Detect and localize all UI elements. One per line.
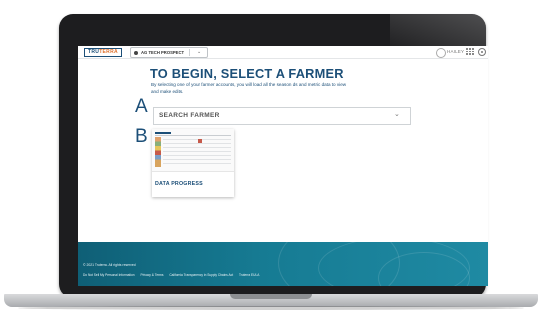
- thumbnail-row: [163, 155, 231, 156]
- footer-link-privacy[interactable]: Privacy & Terms: [140, 273, 163, 277]
- site-footer: © 2021 Truterra. All rights reserved Do …: [78, 242, 488, 286]
- thumbnail-row: [163, 143, 231, 144]
- copyright-text: © 2021 Truterra. All rights reserved: [83, 263, 136, 267]
- user-avatar-icon[interactable]: [436, 47, 446, 58]
- chevron-down-icon: ⌄: [197, 49, 202, 55]
- laptop-shadow: [18, 306, 524, 310]
- search-farmer-label: SEARCH FARMER: [159, 112, 220, 119]
- data-progress-card[interactable]: DATA PROGRESS: [152, 129, 234, 197]
- app-header: TRUTERRA AG TECH PROSPECT ⌄ HAILEY: [78, 46, 488, 59]
- apps-grid-icon[interactable]: [466, 48, 475, 56]
- laptop-notch: [230, 294, 312, 299]
- callout-a: A: [135, 96, 148, 117]
- footer-links: Do Not Sell My Personal Information Priv…: [83, 273, 264, 277]
- thumbnail-row: [163, 151, 231, 152]
- select-divider: [189, 49, 190, 56]
- thumbnail-row: [163, 147, 231, 148]
- thumbnail-header-row: [155, 135, 231, 136]
- search-farmer-select[interactable]: SEARCH FARMER ⌄: [153, 107, 411, 125]
- thumbnail-row: [163, 139, 231, 140]
- footer-link-supply-chains[interactable]: California Transparency in Supply Chains…: [169, 273, 233, 277]
- logo-accent-text: TERRA: [99, 49, 118, 55]
- truterra-logo[interactable]: TRUTERRA: [84, 48, 122, 57]
- page-title: TO BEGIN, SELECT A FARMER: [150, 66, 344, 81]
- chevron-down-icon: ⌄: [394, 111, 400, 118]
- data-progress-thumbnail: [152, 129, 234, 172]
- thumbnail-title: [155, 132, 171, 134]
- card-title: DATA PROGRESS: [155, 181, 203, 187]
- app-screen: TRUTERRA AG TECH PROSPECT ⌄ HAILEY TO BE…: [78, 46, 488, 286]
- thumbnail-status-marker: [198, 139, 202, 143]
- user-name[interactable]: HAILEY: [447, 49, 464, 54]
- location-icon: [134, 50, 138, 55]
- thumbnail-status-column: [155, 137, 161, 167]
- footer-link-do-not-sell[interactable]: Do Not Sell My Personal Information: [83, 273, 135, 277]
- account-select-value: AG TECH PROSPECT: [141, 50, 185, 55]
- callout-b: B: [135, 126, 148, 147]
- thumbnail-row: [163, 159, 231, 160]
- settings-icon[interactable]: [478, 48, 486, 56]
- logo-text: TRU: [88, 49, 100, 55]
- thumbnail-row: [163, 163, 231, 164]
- account-select[interactable]: AG TECH PROSPECT ⌄: [130, 47, 208, 58]
- footer-link-eula[interactable]: Truterra EULA: [239, 273, 259, 277]
- intro-text: By selecting one of your farmer accounts…: [151, 82, 347, 94]
